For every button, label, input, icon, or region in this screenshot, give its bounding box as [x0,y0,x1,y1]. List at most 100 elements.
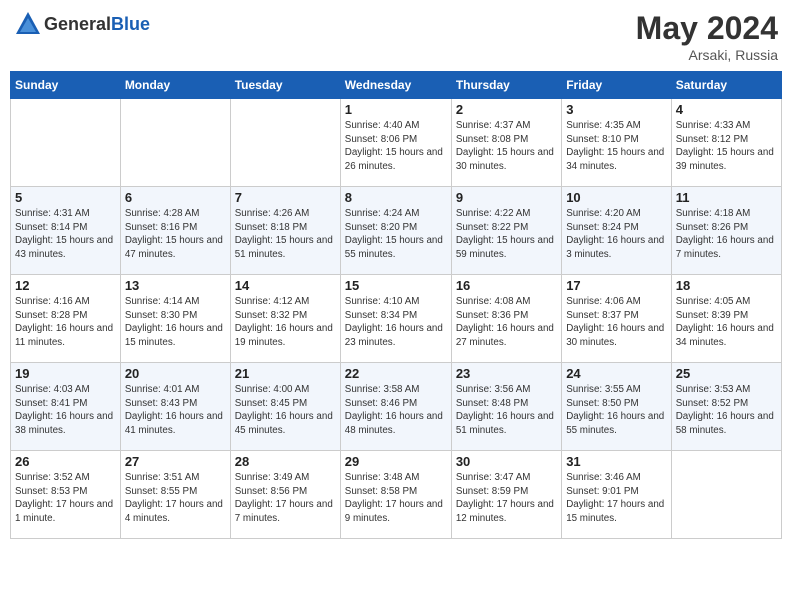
calendar-cell: 23 Sunrise: 3:56 AMSunset: 8:48 PMDayligh… [451,363,561,451]
calendar-cell: 25 Sunrise: 3:53 AMSunset: 8:52 PMDayligh… [671,363,781,451]
calendar-cell: 7 Sunrise: 4:26 AMSunset: 8:18 PMDaylight… [230,187,340,275]
page-header: GeneralBlue May 2024 Arsaki, Russia [10,10,782,63]
day-info: Sunrise: 3:49 AMSunset: 8:56 PMDaylight:… [235,471,336,526]
day-number: 28 [235,454,336,469]
day-info: Sunrise: 3:55 AMSunset: 8:50 PMDaylight:… [566,383,667,438]
calendar-week-row: 5 Sunrise: 4:31 AMSunset: 8:14 PMDaylight… [11,187,782,275]
weekday-header: Thursday [451,72,561,99]
day-info: Sunrise: 4:20 AMSunset: 8:24 PMDaylight:… [566,207,667,262]
calendar-cell: 21Sunrise: 4:00 AMSunset: 8:45 PMDayligh… [230,363,340,451]
calendar-cell: 18Sunrise: 4:05 AMSunset: 8:39 PMDayligh… [671,275,781,363]
day-info: Sunrise: 3:53 AMSunset: 8:52 PMDaylight:… [676,383,777,438]
day-number: 16 [456,278,557,293]
day-number: 22 [345,366,447,381]
day-number: 1 [345,102,447,117]
day-info: Sunrise: 3:58 AMSunset: 8:46 PMDaylight:… [345,383,447,438]
weekday-header-row: SundayMondayTuesdayWednesdayThursdayFrid… [11,72,782,99]
day-info: Sunrise: 4:10 AMSunset: 8:34 PMDaylight:… [345,295,447,350]
day-info: Sunrise: 4:01 AMSunset: 8:43 PMDaylight:… [125,383,226,438]
calendar-cell [230,99,340,187]
day-info: Sunrise: 3:47 AMSunset: 8:59 PMDaylight:… [456,471,557,526]
day-info: Sunrise: 4:03 AMSunset: 8:41 PMDaylight:… [15,383,116,438]
day-info: Sunrise: 3:51 AMSunset: 8:55 PMDaylight:… [125,471,226,526]
day-number: 7 [235,190,336,205]
day-info: Sunrise: 3:56 AMSunset: 8:48 PMDaylight:… [456,383,557,438]
calendar-cell: 27 Sunrise: 3:51 AMSunset: 8:55 PMDayligh… [120,451,230,539]
day-number: 5 [15,190,116,205]
calendar-cell: 4Sunrise: 4:33 AMSunset: 8:12 PMDaylight… [671,99,781,187]
day-number: 23 [456,366,557,381]
day-number: 6 [125,190,226,205]
calendar-cell: 14 Sunrise: 4:12 AMSunset: 8:32 PMDayligh… [230,275,340,363]
calendar-cell: 31Sunrise: 3:46 AMSunset: 9:01 PMDayligh… [562,451,672,539]
calendar-cell: 20 Sunrise: 4:01 AMSunset: 8:43 PMDayligh… [120,363,230,451]
day-info: Sunrise: 4:22 AMSunset: 8:22 PMDaylight:… [456,207,557,262]
day-number: 3 [566,102,667,117]
day-number: 19 [15,366,116,381]
calendar-cell: 10 Sunrise: 4:20 AMSunset: 8:24 PMDayligh… [562,187,672,275]
day-info: Sunrise: 4:33 AMSunset: 8:12 PMDaylight:… [676,119,777,174]
day-number: 31 [566,454,667,469]
day-info: Sunrise: 4:18 AMSunset: 8:26 PMDaylight:… [676,207,777,262]
weekday-header: Monday [120,72,230,99]
calendar-cell: 1 Sunrise: 4:40 AMSunset: 8:06 PMDaylight… [340,99,451,187]
calendar-location: Arsaki, Russia [636,47,778,63]
day-info: Sunrise: 4:31 AMSunset: 8:14 PMDaylight:… [15,207,116,262]
day-info: Sunrise: 4:16 AMSunset: 8:28 PMDaylight:… [15,295,116,350]
calendar-cell [671,451,781,539]
calendar-cell [120,99,230,187]
calendar-cell: 17Sunrise: 4:06 AMSunset: 8:37 PMDayligh… [562,275,672,363]
calendar-cell: 11Sunrise: 4:18 AMSunset: 8:26 PMDayligh… [671,187,781,275]
day-number: 24 [566,366,667,381]
day-info: Sunrise: 4:12 AMSunset: 8:32 PMDaylight:… [235,295,336,350]
calendar-week-row: 12 Sunrise: 4:16 AMSunset: 8:28 PMDayligh… [11,275,782,363]
day-number: 29 [345,454,447,469]
day-number: 9 [456,190,557,205]
day-number: 27 [125,454,226,469]
calendar-cell: 2Sunrise: 4:37 AMSunset: 8:08 PMDaylight… [451,99,561,187]
day-number: 25 [676,366,777,381]
day-number: 10 [566,190,667,205]
logo-icon [14,10,42,38]
day-info: Sunrise: 4:28 AMSunset: 8:16 PMDaylight:… [125,207,226,262]
logo-text-general: General [44,14,111,34]
day-info: Sunrise: 4:40 AMSunset: 8:06 PMDaylight:… [345,119,447,174]
day-number: 12 [15,278,116,293]
day-number: 14 [235,278,336,293]
day-info: Sunrise: 4:24 AMSunset: 8:20 PMDaylight:… [345,207,447,262]
calendar-cell: 24 Sunrise: 3:55 AMSunset: 8:50 PMDayligh… [562,363,672,451]
calendar-cell: 12 Sunrise: 4:16 AMSunset: 8:28 PMDayligh… [11,275,121,363]
day-info: Sunrise: 4:14 AMSunset: 8:30 PMDaylight:… [125,295,226,350]
calendar-cell: 13 Sunrise: 4:14 AMSunset: 8:30 PMDayligh… [120,275,230,363]
day-number: 18 [676,278,777,293]
calendar-cell: 26 Sunrise: 3:52 AMSunset: 8:53 PMDayligh… [11,451,121,539]
calendar-cell: 3 Sunrise: 4:35 AMSunset: 8:10 PMDaylight… [562,99,672,187]
day-number: 13 [125,278,226,293]
day-info: Sunrise: 3:52 AMSunset: 8:53 PMDaylight:… [15,471,116,526]
day-number: 17 [566,278,667,293]
day-number: 20 [125,366,226,381]
calendar-cell: 6 Sunrise: 4:28 AMSunset: 8:16 PMDaylight… [120,187,230,275]
weekday-header: Tuesday [230,72,340,99]
calendar-cell: 30 Sunrise: 3:47 AMSunset: 8:59 PMDayligh… [451,451,561,539]
calendar-cell: 8Sunrise: 4:24 AMSunset: 8:20 PMDaylight… [340,187,451,275]
calendar-title: May 2024 [636,10,778,47]
weekday-header: Sunday [11,72,121,99]
title-block: May 2024 Arsaki, Russia [636,10,778,63]
calendar-cell: 9 Sunrise: 4:22 AMSunset: 8:22 PMDaylight… [451,187,561,275]
weekday-header: Saturday [671,72,781,99]
day-number: 30 [456,454,557,469]
day-info: Sunrise: 3:48 AMSunset: 8:58 PMDaylight:… [345,471,447,526]
day-info: Sunrise: 4:26 AMSunset: 8:18 PMDaylight:… [235,207,336,262]
calendar-cell: 16Sunrise: 4:08 AMSunset: 8:36 PMDayligh… [451,275,561,363]
day-info: Sunrise: 4:00 AMSunset: 8:45 PMDaylight:… [235,383,336,438]
calendar-cell: 15 Sunrise: 4:10 AMSunset: 8:34 PMDayligh… [340,275,451,363]
day-number: 26 [15,454,116,469]
weekday-header: Wednesday [340,72,451,99]
logo-text-blue: Blue [111,14,150,34]
day-number: 15 [345,278,447,293]
calendar-cell: 29 Sunrise: 3:48 AMSunset: 8:58 PMDayligh… [340,451,451,539]
day-info: Sunrise: 4:37 AMSunset: 8:08 PMDaylight:… [456,119,557,174]
calendar-cell: 22 Sunrise: 3:58 AMSunset: 8:46 PMDayligh… [340,363,451,451]
day-info: Sunrise: 4:35 AMSunset: 8:10 PMDaylight:… [566,119,667,174]
